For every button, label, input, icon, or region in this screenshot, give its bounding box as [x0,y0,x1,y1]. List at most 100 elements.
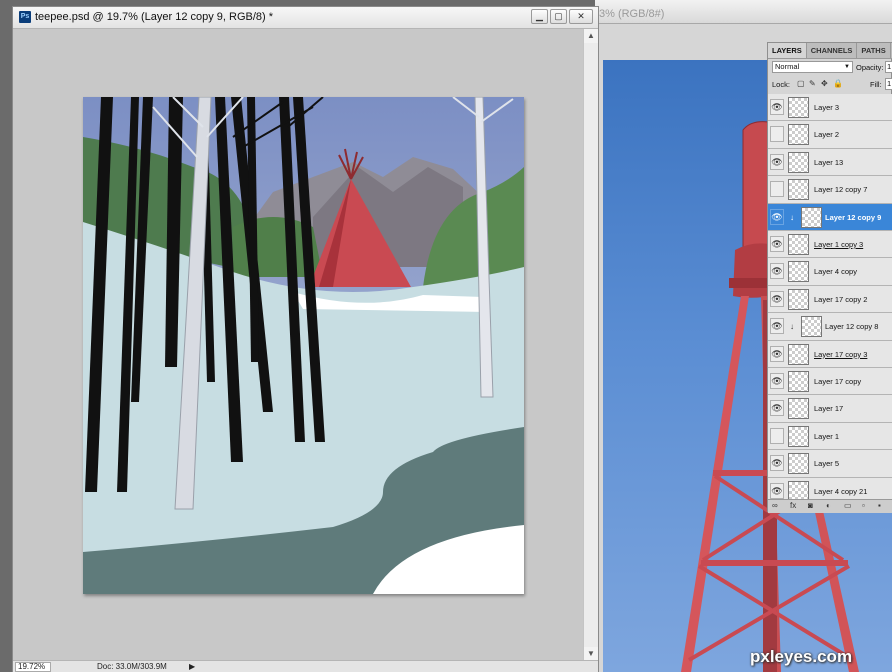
layer-row[interactable]: Layer 12 copy 7 [768,176,892,204]
minimize-icon[interactable]: ▁ [531,9,548,24]
eye-icon[interactable]: 👁 [770,99,784,115]
layer-thumbnail[interactable] [788,124,809,146]
layer-thumbnail[interactable] [788,288,809,310]
layer-thumbnail[interactable] [788,151,809,173]
layer-name[interactable]: Layer 12 copy 8 [825,322,878,331]
status-menu-arrow-icon[interactable]: ▶ [189,662,195,671]
lock-row: Lock: ▢ ✎ ✥ 🔒 Fill: 1 [770,78,892,92]
maximize-icon[interactable]: ▢ [550,9,567,24]
layer-name[interactable]: Layer 13 [814,158,843,167]
fill-input[interactable]: 1 [885,78,892,90]
hidden-eye-icon[interactable] [770,427,784,444]
new-layer-icon[interactable]: ▫ [862,501,865,510]
layer-row[interactable]: 👁 Layer 17 copy 3 [768,340,892,368]
eye-icon[interactable]: 👁 [770,236,784,252]
layer-row[interactable]: 👁 Layer 3 [768,94,892,122]
layer-row[interactable]: 👁 ↓ Layer 12 copy 8 [768,313,892,341]
layer-name[interactable]: Layer 17 copy 2 [814,295,867,304]
eye-icon[interactable]: 👁 [770,263,784,280]
layer-name[interactable]: Layer 17 [814,404,843,413]
document-size-info[interactable]: Doc: 33.0M/303.9M [97,662,167,671]
lock-image-icon[interactable]: ✎ [809,80,817,88]
site-watermark: pxleyes.com [750,647,853,666]
layer-thumbnail[interactable] [801,206,822,228]
layer-name[interactable]: Layer 2 [814,130,839,139]
eye-icon[interactable]: 👁 [770,373,784,389]
layer-name[interactable]: Layer 4 copy [814,267,857,276]
layer-name[interactable]: Layer 5 [814,459,839,468]
tab-paths[interactable]: PATHS [857,43,891,58]
opacity-input[interactable]: 1 [885,61,892,73]
document-window-teepee[interactable]: Ps teepee.psd @ 19.7% (Layer 12 copy 9, … [12,6,599,672]
layer-thumbnail[interactable] [788,234,809,255]
layer-thumbnail[interactable] [788,179,809,201]
link-icon[interactable]: ∞ [772,501,778,510]
lock-all-icon[interactable]: 🔒 [833,80,843,88]
document-title-bar[interactable]: Ps teepee.psd @ 19.7% (Layer 12 copy 9, … [13,7,598,29]
layer-name[interactable]: Layer 12 copy 7 [814,185,867,194]
layer-row[interactable]: 👁 Layer 17 [768,395,892,423]
chevron-down-icon: ▼ [844,64,850,70]
layer-thumbnail[interactable] [788,97,809,118]
eye-icon[interactable]: 👁 [770,318,784,335]
layer-name[interactable]: Layer 1 [814,432,839,441]
window-controls: ▁ ▢ ✕ [531,9,593,24]
layers-panel: LAYERS CHANNELS PATHS Normal ▼ Opacity: 1… [767,42,892,513]
lock-transparent-icon[interactable]: ▢ [797,80,805,88]
background-document-title[interactable]: 3% (RGB/8#) [595,0,892,24]
layer-thumbnail[interactable] [788,343,809,365]
folder-icon[interactable]: ▭ [844,501,852,510]
layer-row[interactable]: Layer 1 [768,422,892,451]
eye-icon[interactable]: 👁 [770,400,784,417]
opacity-label: Opacity: [856,63,884,72]
zoom-level-field[interactable]: 19.72% [15,662,51,672]
layer-thumbnail[interactable] [801,316,822,338]
close-icon[interactable]: ✕ [569,9,593,24]
adjustment-icon[interactable]: ◐ [826,501,831,510]
layer-thumbnail[interactable] [788,371,809,392]
clipping-mask-icon: ↓ [790,212,794,222]
eye-icon[interactable]: 👁 [770,455,784,472]
tab-layers[interactable]: LAYERS [768,43,807,58]
eye-icon[interactable]: 👁 [770,345,784,362]
teepee-canvas[interactable] [83,97,524,594]
photoshop-app-icon: Ps [19,11,31,23]
layer-name[interactable]: Layer 12 copy 9 [825,213,881,222]
layer-row[interactable]: 👁 Layer 1 copy 3 [768,231,892,259]
layer-row[interactable]: 👁 Layer 4 copy [768,258,892,286]
layer-name[interactable]: Layer 1 copy 3 [814,240,863,249]
trash-icon[interactable]: ▪ [878,501,881,510]
document-title: teepee.psd @ 19.7% (Layer 12 copy 9, RGB… [35,11,274,23]
blend-row: Normal ▼ Opacity: 1 [770,60,892,75]
layer-name[interactable]: Layer 4 copy 21 [814,487,867,496]
layer-thumbnail[interactable] [788,425,809,447]
layer-name[interactable]: Layer 17 copy 3 [814,350,867,359]
eye-icon[interactable]: 👁 [770,153,784,170]
eye-icon[interactable]: 👁 [770,482,784,499]
layer-thumbnail[interactable] [788,453,809,475]
layer-row[interactable]: Layer 2 [768,121,892,149]
layer-row[interactable]: 👁 Layer 17 copy [768,368,892,396]
fx-icon[interactable]: fx [790,501,796,510]
blend-mode-select[interactable]: Normal ▼ [772,61,853,73]
layer-name[interactable]: Layer 3 [814,103,839,112]
hidden-eye-icon[interactable] [770,181,784,198]
layer-thumbnail[interactable] [788,398,809,420]
layer-row[interactable]: 👁 ↓ Layer 12 copy 9 [768,203,892,231]
eye-icon[interactable]: 👁 [770,208,784,225]
eye-icon[interactable]: 👁 [770,290,784,307]
layer-thumbnail[interactable] [788,261,809,283]
scroll-down-icon[interactable]: ▼ [584,647,598,661]
tab-channels[interactable]: CHANNELS [807,43,858,58]
vertical-scrollbar[interactable]: ▲ ▼ [583,29,598,661]
layer-name[interactable]: Layer 17 copy [814,377,861,386]
layer-row[interactable]: 👁 Layer 5 [768,450,892,478]
mask-icon[interactable]: ◙ [808,501,813,510]
lock-position-icon[interactable]: ✥ [821,80,829,88]
layers-panel-footer: ∞ fx ◙ ◐ ▭ ▫ ▪ [768,499,892,513]
scroll-up-icon[interactable]: ▲ [584,29,598,43]
layer-row[interactable]: 👁 Layer 17 copy 2 [768,285,892,314]
panel-tabs: LAYERS CHANNELS PATHS [768,43,892,59]
layer-row[interactable]: 👁 Layer 13 [768,148,892,177]
hidden-eye-icon[interactable] [770,126,784,143]
